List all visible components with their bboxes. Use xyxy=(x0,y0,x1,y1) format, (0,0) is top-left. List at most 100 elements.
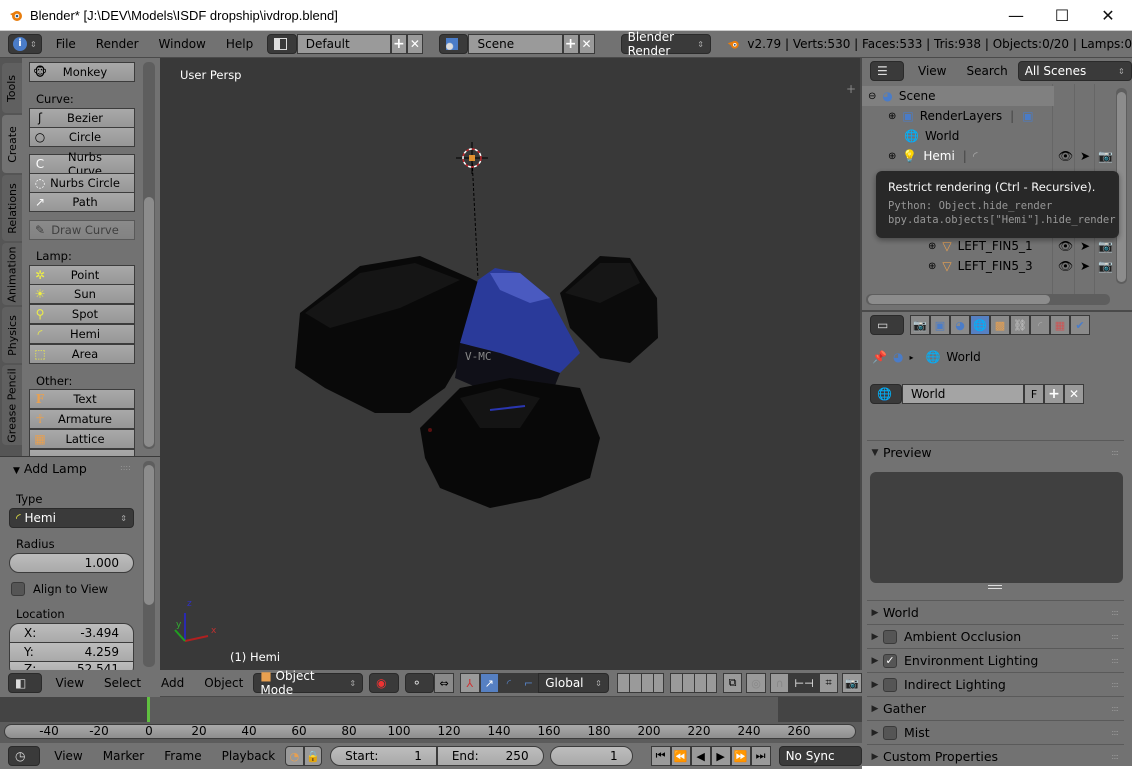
panel-ambient-occlusion[interactable]: ▶ Ambient Occlusion:::: xyxy=(867,624,1124,648)
add-path-button[interactable]: ↗ Path xyxy=(29,192,135,212)
add-armature-button[interactable]: ☥ Armature xyxy=(29,409,135,429)
remove-scene-button[interactable]: ✕ xyxy=(578,34,595,54)
outliner-row-left-fin5-1[interactable]: ⊕ ▽ LEFT_FIN5_1 👁 ➤ 📷 xyxy=(862,236,1114,256)
panel-world[interactable]: ▶ World:::: xyxy=(867,600,1124,624)
lock-layers-icon[interactable]: ⧉ xyxy=(722,673,743,693)
tab-grease-pencil[interactable]: Grease Pencil xyxy=(2,365,22,445)
panel-environment-lighting[interactable]: ▶ ✓ Environment Lighting:::: xyxy=(867,648,1124,672)
mist-checkbox[interactable] xyxy=(883,725,897,740)
current-frame-field[interactable]: 1 xyxy=(549,746,633,766)
add-nurbs-curve-button[interactable]: C Nurbs Curve xyxy=(29,150,135,178)
tab-animation[interactable]: Animation xyxy=(2,243,22,305)
timeline-menu-frame[interactable]: Frame xyxy=(154,749,211,763)
toolshelf-scrollbar[interactable] xyxy=(143,62,155,449)
tab-relations[interactable]: Relations xyxy=(2,175,22,241)
world-name-field[interactable]: World xyxy=(902,384,1024,404)
rotate-manipulator-icon[interactable]: ◜ xyxy=(499,673,519,693)
jump-start-icon[interactable]: ⏮ xyxy=(650,746,671,766)
menu-window[interactable]: Window xyxy=(149,37,216,51)
render-engine-dropdown[interactable]: Blender Render ⇕ xyxy=(620,30,711,58)
visibility-eye-icon[interactable]: 👁 xyxy=(1058,239,1073,253)
timeline-menu-view[interactable]: View xyxy=(44,749,92,763)
add-bezier-button[interactable]: ʃ Bezier xyxy=(29,108,135,128)
new-world-button[interactable]: + xyxy=(1044,384,1064,404)
add-hemi-lamp-button[interactable]: ◜ Hemi xyxy=(29,324,135,344)
render-camera-icon[interactable]: 📷 xyxy=(1098,149,1113,163)
ambient-occlusion-checkbox[interactable] xyxy=(883,629,897,644)
outliner-menu-search[interactable]: Search xyxy=(956,64,1017,78)
add-scene-button[interactable]: + xyxy=(562,34,579,54)
jump-end-icon[interactable]: ⏭ xyxy=(750,746,771,766)
editor-type-3dview[interactable]: ◧ xyxy=(8,673,42,693)
editor-type-outliner[interactable]: ☰ xyxy=(870,61,904,81)
view3d-menu-object[interactable]: Object xyxy=(194,676,253,690)
pin-icon[interactable]: 📌 xyxy=(872,350,887,364)
expand-icon[interactable]: ⊕ xyxy=(928,261,936,272)
end-frame-field[interactable]: End: 250 xyxy=(436,746,544,766)
lock-icon[interactable]: 🔒 xyxy=(303,746,323,766)
world-browse-button[interactable]: 🌐 xyxy=(870,384,902,404)
texture-tab-icon[interactable]: ▦ xyxy=(1050,315,1070,335)
expand-icon[interactable]: ⊕ xyxy=(928,241,936,252)
panel-mist[interactable]: ▶ Mist:::: xyxy=(867,720,1124,744)
play-reverse-icon[interactable]: ◀ xyxy=(690,746,711,766)
constraints-tab-icon[interactable]: ⛓ xyxy=(1010,315,1030,335)
add-nurbs-circle-button[interactable]: ◌ Nurbs Circle xyxy=(29,173,135,193)
mode-dropdown[interactable]: ■ Object Mode ⇕ xyxy=(253,669,364,697)
operator-panel-header[interactable]: ▼ Add Lamp xyxy=(13,461,87,476)
editor-type-info[interactable]: i ⇕ xyxy=(8,34,42,54)
outliner-row-scene[interactable]: ⊖ ◕ Scene xyxy=(862,86,1054,106)
timeline-menu-marker[interactable]: Marker xyxy=(93,749,154,763)
resize-handle-icon[interactable] xyxy=(988,585,1002,589)
layout-name-field[interactable]: Default xyxy=(296,34,391,54)
visibility-eye-icon[interactable]: 👁 xyxy=(1058,259,1073,273)
scene-browse-button[interactable] xyxy=(438,34,469,54)
render-camera-icon[interactable]: 📷 xyxy=(1098,239,1113,253)
radius-field[interactable]: 1.000 xyxy=(9,553,134,573)
outliner-menu-view[interactable]: View xyxy=(908,64,956,78)
layout-browse-button[interactable] xyxy=(267,34,297,54)
layers-row-1[interactable] xyxy=(616,673,664,693)
add-curve-circle-button[interactable]: ○ Circle xyxy=(29,127,135,147)
manipulator-axes-icon[interactable]: ⅄ xyxy=(459,673,480,693)
render-layers-tab-icon[interactable]: ▣ xyxy=(930,315,950,335)
location-x-field[interactable]: X: -3.494 xyxy=(9,623,134,643)
sync-dropdown[interactable]: No Sync xyxy=(778,746,863,766)
add-text-button[interactable]: F Text xyxy=(29,389,135,409)
editor-type-timeline[interactable]: ◷ xyxy=(8,746,41,766)
menu-render[interactable]: Render xyxy=(86,37,149,51)
maximize-button[interactable]: ☐ xyxy=(1039,0,1085,30)
shading-dropdown[interactable]: ◉ xyxy=(369,673,399,693)
drag-grip-icon[interactable]: :::: xyxy=(1111,448,1119,457)
add-lattice-button[interactable]: ▦ Lattice xyxy=(29,429,135,449)
outliner-row-hemi[interactable]: ⊕ 💡 Hemi | ◜ 👁 ➤ 📷 xyxy=(862,146,1114,166)
add-monkey-button[interactable]: 🐵 Monkey xyxy=(29,62,135,82)
selectable-cursor-icon[interactable]: ➤ xyxy=(1080,239,1090,253)
fake-user-button[interactable]: F xyxy=(1024,384,1044,404)
orientation-dropdown[interactable]: Global ⇕ xyxy=(538,673,609,693)
panel-preview[interactable]: ▼ Preview:::: xyxy=(867,440,1124,464)
editor-type-properties[interactable]: ▭ xyxy=(870,315,904,335)
view3d-menu-view[interactable]: View xyxy=(46,676,94,690)
outliner-row-world[interactable]: 🌐 World xyxy=(862,126,1114,146)
menu-file[interactable]: File xyxy=(46,37,86,51)
operator-scrollbar[interactable] xyxy=(143,461,155,667)
jump-keyframe-back-icon[interactable]: ⏪ xyxy=(670,746,691,766)
lamp-type-dropdown[interactable]: ◜ Hemi ⇕ xyxy=(9,508,134,528)
outliner-hscrollbar[interactable] xyxy=(866,294,1110,305)
add-spot-lamp-button[interactable]: ⚲ Spot xyxy=(29,304,135,324)
menu-help[interactable]: Help xyxy=(216,37,263,51)
tab-physics[interactable]: Physics xyxy=(2,307,22,363)
outliner-row-renderlayers[interactable]: ⊕ ▣ RenderLayers | ▣ xyxy=(862,106,1114,126)
selectable-cursor-icon[interactable]: ➤ xyxy=(1080,259,1090,273)
scale-manipulator-icon[interactable]: ⌐ xyxy=(518,673,539,693)
collapse-icon[interactable]: ⊖ xyxy=(868,91,876,102)
pivot-dropdown[interactable]: ⚬ xyxy=(404,673,435,693)
jump-keyframe-forward-icon[interactable]: ⏩ xyxy=(730,746,751,766)
tab-tools[interactable]: Tools xyxy=(2,63,22,113)
add-point-lamp-button[interactable]: ✲ Point xyxy=(29,265,135,285)
close-button[interactable]: ✕ xyxy=(1085,0,1131,30)
world-tab-icon[interactable]: 🌐 xyxy=(970,315,990,335)
auto-keying-icon[interactable]: ◔ xyxy=(285,746,304,766)
view3d-menu-select[interactable]: Select xyxy=(94,676,151,690)
